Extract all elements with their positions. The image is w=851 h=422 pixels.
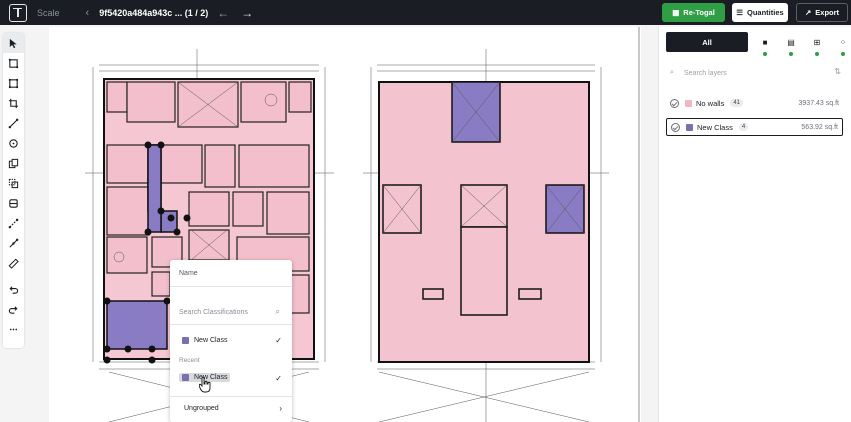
divider bbox=[170, 324, 292, 325]
layer-area: 3937.43 sq.ft bbox=[798, 99, 839, 107]
arrow-right-icon[interactable]: → bbox=[241, 6, 253, 20]
layer-area: 563.92 sq.ft bbox=[801, 123, 838, 131]
sort-icon[interactable]: ⇅ bbox=[834, 67, 841, 76]
chevron-left-icon[interactable]: ‹ bbox=[86, 7, 90, 19]
drawing-canvas[interactable] bbox=[49, 27, 641, 422]
quantities-label: Quantities bbox=[747, 8, 784, 17]
search-classifications-input[interactable]: Search Classifications bbox=[179, 309, 248, 316]
app-logo[interactable] bbox=[9, 3, 27, 22]
layer-tabs: All ■ ▤ ⊞ ⁘ bbox=[666, 32, 851, 56]
ungrouped-item[interactable]: Ungrouped bbox=[184, 405, 219, 412]
class-swatch-icon bbox=[182, 374, 189, 381]
merge-tool-icon[interactable] bbox=[3, 173, 24, 193]
square-filter-icon[interactable]: ■ bbox=[752, 32, 778, 56]
classification-popup: Name Search Classifications ⌕ New Class … bbox=[170, 260, 292, 422]
layers-panel: All ■ ▤ ⊞ ⁘ ⌕ Search layers ⇅ No walls 4… bbox=[658, 27, 851, 422]
retogal-icon: ▦ bbox=[672, 8, 680, 17]
layer-swatch bbox=[686, 123, 693, 131]
hand-cursor-icon bbox=[199, 377, 211, 393]
layer-row-new-class[interactable]: New Class 4 563.92 sq.ft bbox=[666, 118, 843, 136]
class-option-label: New Class bbox=[194, 337, 228, 344]
copy-tool-icon[interactable] bbox=[3, 153, 24, 173]
tool-bar bbox=[3, 33, 24, 348]
top-bar: Scale ‹ 9f5420a484a943c ... (1 / 2) ← → … bbox=[0, 0, 851, 25]
measure-tool-icon[interactable] bbox=[3, 233, 24, 253]
search-icon: ⌕ bbox=[670, 69, 674, 76]
ruler-tool-icon[interactable] bbox=[3, 253, 24, 273]
quantities-button[interactable]: ☰ Quantities bbox=[732, 3, 788, 22]
arrow-left-icon[interactable]: ← bbox=[217, 6, 229, 20]
more-icon[interactable] bbox=[3, 319, 24, 339]
chevron-right-icon[interactable]: › bbox=[279, 404, 282, 413]
divider bbox=[170, 396, 292, 397]
document-title: 9f5420a484a943c ... (1 / 2) bbox=[99, 7, 209, 18]
retogal-button[interactable]: ▦ Re-Togal bbox=[662, 3, 725, 22]
layer-search[interactable]: ⌕ Search layers ⇅ bbox=[667, 64, 843, 82]
layer-swatch bbox=[685, 99, 692, 107]
search-layers-input[interactable]: Search layers bbox=[684, 70, 727, 77]
layer-name: No walls bbox=[696, 98, 725, 108]
layer-count-badge: 4 bbox=[738, 123, 749, 131]
layer-count-badge: 41 bbox=[730, 99, 744, 107]
list-filter-icon[interactable]: ▤ bbox=[778, 32, 804, 56]
layer-row-no-walls[interactable]: No walls 41 3937.43 sq.ft bbox=[666, 94, 843, 112]
search-icon: ⌕ bbox=[275, 307, 280, 316]
wall-tool-icon[interactable] bbox=[3, 193, 24, 213]
class-swatch-icon bbox=[182, 337, 189, 344]
line-tool-icon[interactable] bbox=[3, 113, 24, 133]
retogal-label: Re-Togal bbox=[683, 8, 715, 17]
export-label: Export bbox=[815, 8, 840, 17]
undo-icon[interactable] bbox=[3, 279, 24, 299]
grid-filter-icon[interactable]: ⊞ bbox=[804, 32, 830, 56]
crop-tool-icon[interactable] bbox=[3, 93, 24, 113]
divider bbox=[170, 286, 292, 287]
check-icon: ✓ bbox=[275, 374, 282, 383]
polygon-tool-icon[interactable] bbox=[3, 73, 24, 93]
check-circle-icon[interactable] bbox=[671, 122, 680, 132]
tab-all[interactable]: All bbox=[666, 32, 748, 52]
redo-icon[interactable] bbox=[3, 299, 24, 319]
segment-tool-icon[interactable] bbox=[3, 213, 24, 233]
scale-button[interactable]: Scale bbox=[37, 8, 60, 18]
recent-heading: Recent bbox=[179, 357, 200, 364]
apps-filter-icon[interactable]: ⁘ bbox=[830, 32, 851, 56]
export-button[interactable]: ↗ Export bbox=[796, 3, 848, 22]
check-icon: ✓ bbox=[275, 336, 282, 345]
layer-name: New Class bbox=[697, 122, 733, 132]
rectangle-tool-icon[interactable] bbox=[3, 53, 24, 73]
check-circle-icon[interactable] bbox=[670, 98, 679, 108]
select-tool-icon[interactable] bbox=[3, 33, 24, 53]
list-icon: ☰ bbox=[736, 8, 744, 17]
name-field[interactable]: Name bbox=[179, 270, 198, 277]
export-icon: ↗ bbox=[804, 8, 812, 17]
class-option-current[interactable]: New Class bbox=[179, 336, 230, 345]
circle-tool-icon[interactable] bbox=[3, 133, 24, 153]
